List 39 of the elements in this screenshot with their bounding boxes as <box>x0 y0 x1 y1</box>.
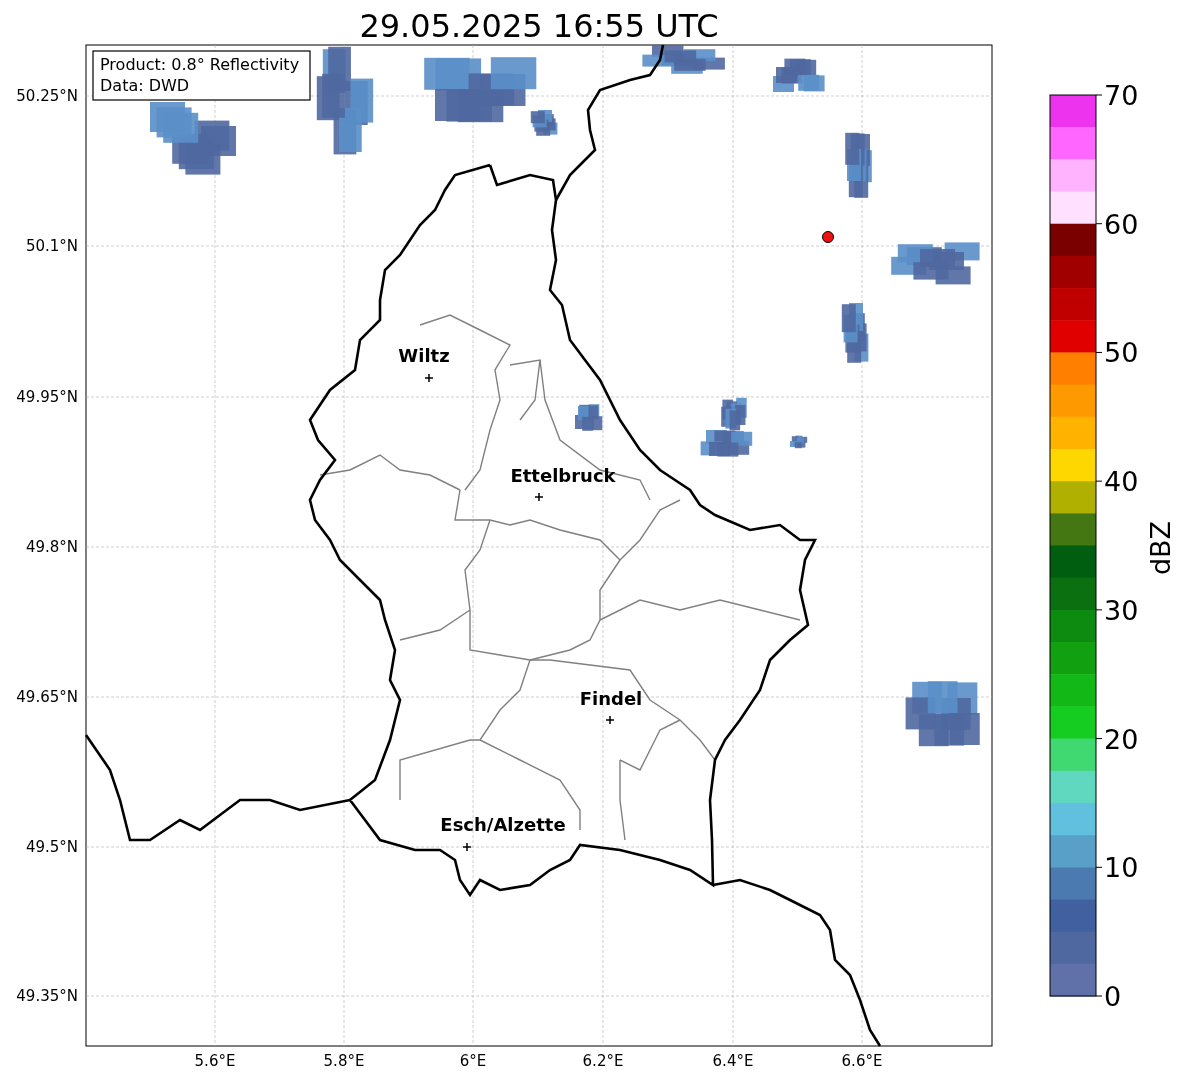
x-tick-label: 6.6°E <box>841 1052 883 1070</box>
colorbar-tick-label: 0 <box>1104 981 1122 1012</box>
city-label: Findel <box>579 688 643 709</box>
x-tick-label: 5.8°E <box>323 1052 365 1070</box>
city-marker-icon <box>534 492 544 502</box>
y-tick-label: 49.95°N <box>16 388 78 406</box>
city-marker-icon <box>605 715 615 725</box>
y-tick-label: 49.35°N <box>16 987 78 1005</box>
colorbar-tick-label: 70 <box>1104 80 1139 111</box>
radar-echo-drawing <box>841 303 869 363</box>
city-label: Wiltz <box>398 345 450 366</box>
info-text: Data: DWD <box>100 76 190 95</box>
colorbar-tick-label: 20 <box>1104 723 1139 755</box>
colorbar-tick-label: 30 <box>1104 594 1139 626</box>
city-marker-icon <box>424 373 434 383</box>
radar-echo-drawing <box>773 58 825 92</box>
x-tick-label: 6.4°E <box>712 1052 754 1070</box>
colorbar-label: dBZ <box>1145 520 1176 576</box>
x-tick-label: 6.2°E <box>582 1052 624 1070</box>
y-tick-label: 49.65°N <box>16 688 78 706</box>
info-text: Product: 0.8° Reflectivity <box>100 55 300 74</box>
colorbar-tick-label: 60 <box>1104 208 1139 240</box>
colorbar-tick-label: 50 <box>1104 337 1139 369</box>
city-label: Esch/Alzette <box>440 814 566 835</box>
colorbar-tick-label: 10 <box>1104 852 1139 884</box>
y-tick-label: 50.1°N <box>25 237 78 255</box>
map-title: 29.05.2025 16:55 UTC <box>359 7 719 45</box>
x-tick-label: 6°E <box>459 1052 487 1070</box>
y-tick-label: 49.5°N <box>25 838 78 856</box>
city-marker-icon <box>462 842 472 852</box>
radar-site-marker <box>822 231 834 243</box>
y-tick-label: 49.8°N <box>25 538 78 556</box>
y-tick-label: 50.25°N <box>16 87 78 105</box>
city-label: Ettelbruck <box>510 465 616 486</box>
radar-echo-drawing <box>575 404 603 431</box>
radar-echo-drawing <box>845 132 872 198</box>
x-tick-label: 5.6°E <box>194 1052 236 1070</box>
colorbar-tick-label: 40 <box>1104 466 1139 498</box>
radar-echo-drawing <box>790 435 808 449</box>
